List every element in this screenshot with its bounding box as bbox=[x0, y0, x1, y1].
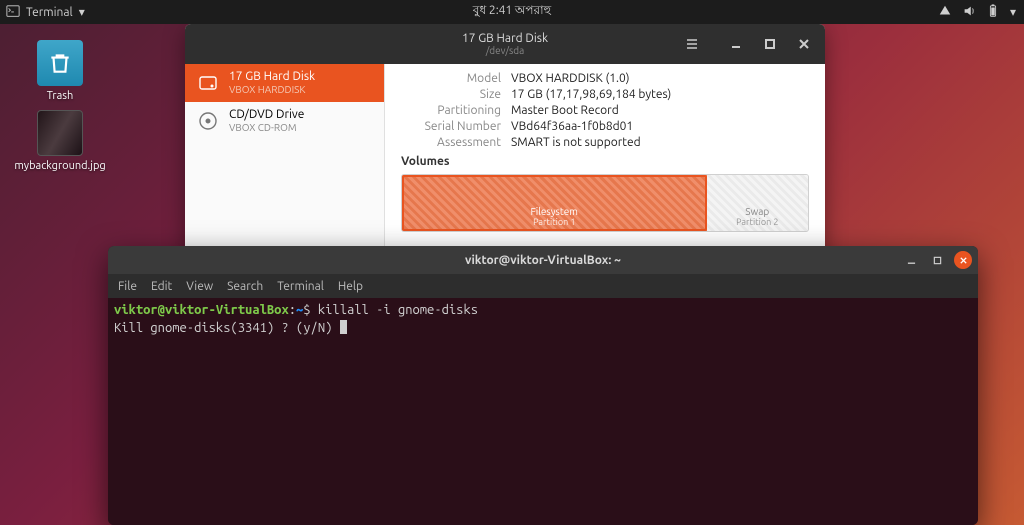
panel-app-icon bbox=[6, 4, 20, 21]
panel-app-label[interactable]: Terminal bbox=[26, 6, 73, 19]
battery-icon[interactable] bbox=[986, 4, 1000, 21]
minimize-button[interactable] bbox=[902, 251, 920, 269]
network-icon[interactable] bbox=[938, 4, 952, 21]
detail-value: VBd64f36aa-1f0b8d01 bbox=[511, 120, 633, 133]
terminal-title: viktor@viktor-VirtualBox: ~ bbox=[465, 254, 621, 267]
volumes-heading: Volumes bbox=[401, 155, 809, 168]
disks-sidebar: 17 GB Hard DiskVBOX HARDDISK CD/DVD Driv… bbox=[185, 64, 385, 256]
detail-key: Size bbox=[401, 88, 501, 101]
hdd-icon bbox=[195, 70, 221, 96]
menu-edit[interactable]: Edit bbox=[151, 280, 172, 293]
volumes-bar: Filesystem Partition 1 Swap Partition 2 bbox=[401, 174, 809, 232]
menu-view[interactable]: View bbox=[186, 280, 213, 293]
command-text: killall -i gnome-disks bbox=[318, 303, 478, 317]
cd-icon bbox=[195, 108, 221, 134]
terminal-menubar: File Edit View Search Terminal Help bbox=[108, 274, 978, 298]
disks-window-title: 17 GB Hard Disk /dev/sda bbox=[462, 32, 548, 56]
menu-terminal[interactable]: Terminal bbox=[277, 280, 324, 293]
terminal-titlebar[interactable]: viktor@viktor-VirtualBox: ~ bbox=[108, 246, 978, 274]
cursor bbox=[340, 320, 347, 334]
terminal-content[interactable]: viktor@viktor-VirtualBox:~$ killall -i g… bbox=[108, 298, 978, 525]
system-dropdown-icon[interactable]: ▾ bbox=[1010, 5, 1016, 19]
disks-details-pane: Model VBOX HARDDISK (1.0) Size 17 GB (17,1… bbox=[385, 64, 825, 256]
detail-key: Partitioning bbox=[401, 104, 501, 117]
detail-key: Serial Number bbox=[401, 120, 501, 133]
maximize-button[interactable] bbox=[928, 251, 946, 269]
disks-titlebar[interactable]: 17 GB Hard Disk /dev/sda bbox=[185, 24, 825, 64]
sidebar-item-cd[interactable]: CD/DVD DriveVBOX CD-ROM bbox=[185, 102, 384, 140]
terminal-window: viktor@viktor-VirtualBox: ~ File Edit Vi… bbox=[108, 246, 978, 525]
desktop-icon-wallpaper[interactable]: mybackground.jpg bbox=[20, 110, 100, 173]
close-button[interactable] bbox=[954, 251, 972, 269]
sidebar-item-label: CD/DVD Drive bbox=[229, 108, 304, 122]
minimize-button[interactable] bbox=[723, 31, 749, 57]
menu-search[interactable]: Search bbox=[227, 280, 263, 293]
panel-clock[interactable]: বুধ 2:41 অপরাহু bbox=[473, 2, 551, 22]
disks-window: 17 GB Hard Disk /dev/sda 17 GB Hard Disk… bbox=[185, 24, 825, 256]
panel-dropdown-icon[interactable]: ▾ bbox=[79, 5, 85, 19]
top-panel: Terminal ▾ বুধ 2:41 অপরাহু ▾ bbox=[0, 0, 1024, 24]
menu-file[interactable]: File bbox=[118, 280, 137, 293]
volume-partition-2[interactable]: Swap Partition 2 bbox=[707, 175, 809, 231]
close-button[interactable] bbox=[791, 31, 817, 57]
detail-key: Assessment bbox=[401, 136, 501, 149]
trash-icon bbox=[37, 40, 83, 86]
desktop-icon-label: Trash bbox=[47, 90, 74, 103]
detail-value: 17 GB (17,17,98,69,184 bytes) bbox=[511, 88, 671, 101]
volume-partition-1[interactable]: Filesystem Partition 1 bbox=[402, 175, 707, 231]
detail-value: Master Boot Record bbox=[511, 104, 619, 117]
desktop-icon-label: mybackground.jpg bbox=[14, 160, 105, 173]
detail-value: VBOX HARDDISK (1.0) bbox=[511, 72, 630, 85]
detail-value: SMART is not supported bbox=[511, 136, 641, 149]
sidebar-item-hdd[interactable]: 17 GB Hard DiskVBOX HARDDISK bbox=[185, 64, 384, 102]
volume-icon[interactable] bbox=[962, 4, 976, 21]
detail-key: Model bbox=[401, 72, 501, 85]
menu-help[interactable]: Help bbox=[338, 280, 363, 293]
prompt-line: Kill gnome-disks(3341) ? (y/N) bbox=[114, 321, 340, 335]
desktop-icon-trash[interactable]: Trash bbox=[20, 40, 100, 103]
image-thumbnail-icon bbox=[37, 110, 83, 156]
sidebar-item-label: 17 GB Hard Disk bbox=[229, 70, 315, 84]
maximize-button[interactable] bbox=[757, 31, 783, 57]
disks-menu-button[interactable] bbox=[679, 31, 705, 57]
ps1-user: viktor@viktor-VirtualBox bbox=[114, 303, 289, 317]
